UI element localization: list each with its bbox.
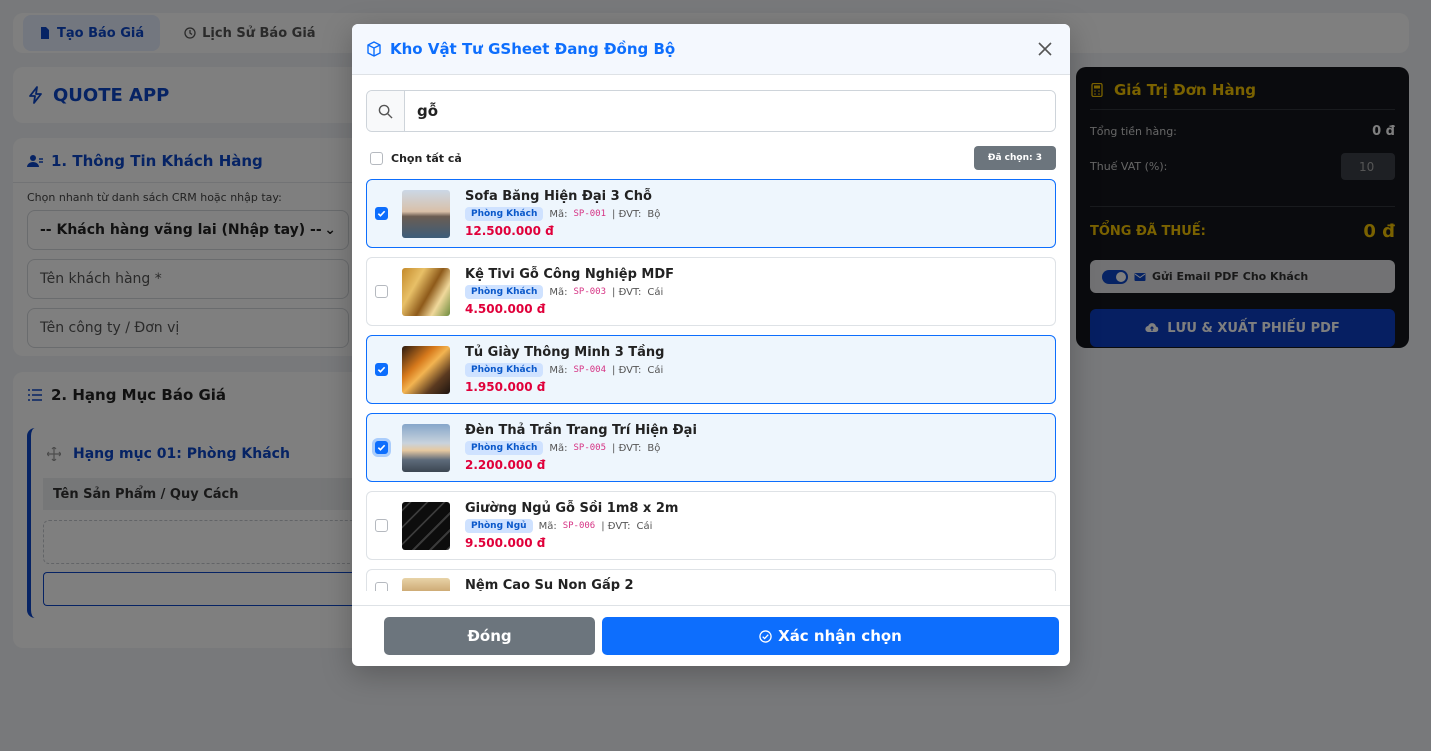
check-circle-icon [759, 629, 772, 643]
check-icon [377, 210, 386, 217]
product-name: Sofa Băng Hiện Đại 3 Chỗ [465, 189, 652, 204]
confirm-button[interactable]: Xác nhận chọn [602, 617, 1059, 655]
inventory-modal: Kho Vật Tư GSheet Đang Đồng Bộ Chọn tất … [352, 24, 1070, 666]
product-item[interactable]: Giường Ngủ Gỗ Sồi 1m8 x 2m Phòng Ngủ Mã:… [366, 491, 1056, 560]
product-item[interactable]: Đèn Thả Trần Trang Trí Hiện Đại Phòng Kh… [366, 413, 1056, 482]
category-badge: Phòng Khách [465, 441, 544, 455]
product-price: 2.200.000 đ [465, 458, 546, 472]
product-price: 9.500.000 đ [465, 536, 546, 550]
unit-label: | ĐVT: [612, 442, 642, 454]
product-item[interactable]: Kệ Tivi Gỗ Công Nghiệp MDF Phòng Khách M… [366, 257, 1056, 326]
check-icon [377, 444, 386, 451]
product-item[interactable]: Tủ Giày Thông Minh 3 Tầng Phòng Khách Mã… [366, 335, 1056, 404]
product-name: Nệm Cao Su Non Gấp 2 [465, 578, 634, 591]
search-input[interactable] [405, 91, 1055, 131]
modal-title: Kho Vật Tư GSheet Đang Đồng Bộ [390, 40, 676, 58]
product-unit: Bộ [647, 442, 661, 454]
close-icon[interactable] [1034, 38, 1056, 60]
unit-label: | ĐVT: [612, 364, 642, 376]
product-code: SP-001 [573, 209, 607, 219]
category-badge: Phòng Khách [465, 207, 544, 221]
product-unit: Cái [647, 364, 664, 376]
code-label: Mã: [549, 442, 568, 454]
product-name: Đèn Thả Trần Trang Trí Hiện Đại [465, 423, 697, 438]
unit-label: | ĐVT: [612, 208, 642, 220]
product-checkbox[interactable] [375, 582, 388, 591]
product-price: 12.500.000 đ [465, 224, 554, 238]
search-icon [367, 91, 405, 131]
select-all[interactable]: Chọn tất cả [366, 151, 462, 165]
product-unit: Cái [647, 286, 664, 298]
category-badge: Phòng Ngủ [465, 519, 533, 533]
selected-count-badge: Đã chọn: 3 [973, 146, 1056, 170]
product-thumbnail [402, 267, 450, 316]
code-label: Mã: [549, 286, 568, 298]
cube-icon [367, 41, 381, 57]
category-badge: Phòng Khách [465, 285, 544, 299]
modal-body: Chọn tất cả Đã chọn: 3 Sofa Băng Hiện Đạ… [352, 75, 1070, 605]
selection-bar: Chọn tất cả Đã chọn: 3 [366, 146, 1056, 170]
product-name: Tủ Giày Thông Minh 3 Tầng [465, 345, 665, 360]
code-label: Mã: [538, 520, 557, 532]
product-checkbox[interactable] [375, 285, 388, 298]
modal-footer: Đóng Xác nhận chọn [352, 605, 1070, 666]
product-thumbnail [402, 578, 450, 591]
product-unit: Bộ [647, 208, 661, 220]
product-thumbnail [402, 189, 450, 238]
modal-header: Kho Vật Tư GSheet Đang Đồng Bộ [352, 24, 1070, 75]
product-name: Kệ Tivi Gỗ Công Nghiệp MDF [465, 267, 675, 282]
product-checkbox[interactable] [375, 441, 388, 454]
product-name: Giường Ngủ Gỗ Sồi 1m8 x 2m [465, 501, 679, 516]
close-button[interactable]: Đóng [384, 617, 595, 655]
product-code: SP-006 [562, 521, 596, 531]
select-all-checkbox[interactable] [370, 151, 383, 165]
unit-label: | ĐVT: [601, 520, 631, 532]
product-code: SP-003 [573, 287, 607, 297]
product-checkbox[interactable] [375, 519, 388, 532]
category-badge: Phòng Khách [465, 363, 544, 377]
product-thumbnail [402, 345, 450, 394]
product-item[interactable]: Sofa Băng Hiện Đại 3 Chỗ Phòng Khách Mã:… [366, 179, 1056, 248]
search-box [366, 90, 1056, 132]
product-price: 4.500.000 đ [465, 302, 546, 316]
product-thumbnail [402, 501, 450, 550]
check-icon [377, 366, 386, 373]
product-code: SP-004 [573, 365, 607, 375]
product-code: SP-005 [573, 443, 607, 453]
code-label: Mã: [549, 364, 568, 376]
unit-label: | ĐVT: [612, 286, 642, 298]
product-thumbnail [402, 423, 450, 472]
code-label: Mã: [549, 208, 568, 220]
product-checkbox[interactable] [375, 207, 388, 220]
product-checkbox[interactable] [375, 363, 388, 376]
product-price: 1.950.000 đ [465, 380, 546, 394]
product-item[interactable]: Nệm Cao Su Non Gấp 2 [366, 569, 1056, 591]
product-unit: Cái [636, 520, 653, 532]
product-list[interactable]: Sofa Băng Hiện Đại 3 Chỗ Phòng Khách Mã:… [366, 179, 1056, 591]
